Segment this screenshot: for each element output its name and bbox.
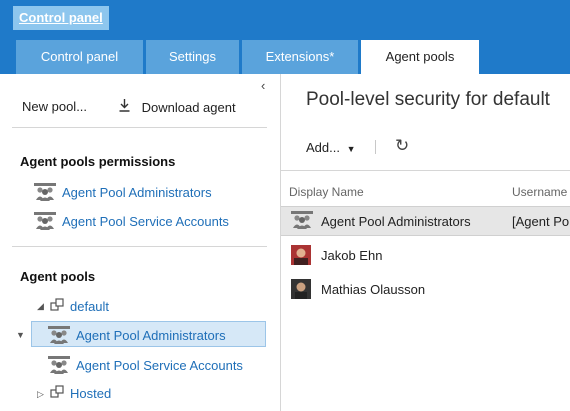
pool-hosted-label: Hosted [70, 385, 112, 401]
row-display-name: Mathias Olausson [321, 281, 426, 297]
page-title: Pool-level security for default [306, 89, 550, 110]
divider [281, 170, 570, 171]
tab-strip: Control panel Settings Extensions* Agent… [16, 40, 482, 74]
pool-default-label: default [70, 298, 110, 314]
pool-default[interactable]: default [50, 295, 109, 317]
permissions-heading: Agent pools permissions [20, 154, 176, 169]
row-display-name: Jakob Ehn [321, 247, 383, 263]
table-row[interactable]: Jakob Ehn [281, 240, 570, 270]
pool-child-administrators[interactable]: Agent Pool Administrators [48, 324, 226, 346]
group-icon [291, 211, 313, 231]
perm-item-label: Agent Pool Service Accounts [62, 213, 229, 229]
pool-child-label: Agent Pool Administrators [76, 327, 226, 343]
pool-hosted[interactable]: Hosted [50, 382, 111, 404]
user-photo-icon [291, 279, 311, 299]
perm-item-administrators[interactable]: Agent Pool Administrators [34, 181, 212, 203]
pool-child-label: Agent Pool Service Accounts [76, 357, 243, 373]
pool-icon [50, 297, 64, 315]
add-button[interactable]: Add... ▼ [306, 140, 356, 155]
row-display-name: Agent Pool Administrators [321, 213, 471, 229]
chevron-down-icon: ▼ [346, 144, 356, 154]
collapse-chevron-icon[interactable]: ‹ [261, 78, 265, 93]
tab-extensions[interactable]: Extensions* [242, 40, 358, 74]
selected-arrow-icon: ▼ [16, 330, 25, 340]
column-header-username[interactable]: Username [512, 185, 567, 199]
download-agent-label: Download agent [141, 100, 236, 115]
download-agent-button[interactable]: Download agent [119, 99, 236, 115]
table-row[interactable]: Mathias Olausson [281, 274, 570, 304]
group-icon [34, 212, 56, 230]
expand-triangle-icon[interactable]: ◢ [37, 301, 44, 312]
add-label: Add... [306, 140, 340, 155]
perm-item-service-accounts[interactable]: Agent Pool Service Accounts [34, 210, 229, 232]
table-row[interactable]: Agent Pool Administrators [Agent Po [281, 206, 570, 236]
top-bar: Control panel Control panel Settings Ext… [0, 0, 570, 74]
tab-settings[interactable]: Settings [146, 40, 239, 74]
control-panel-title[interactable]: Control panel [13, 6, 109, 30]
user-photo-icon [291, 245, 311, 265]
toolbar-separator [375, 140, 376, 154]
agent-pools-heading: Agent pools [20, 269, 96, 284]
pool-child-service-accounts[interactable]: Agent Pool Service Accounts [48, 354, 243, 376]
new-pool-button[interactable]: New pool... [22, 99, 87, 114]
divider [12, 127, 267, 128]
collapse-triangle-icon[interactable]: ▷ [37, 389, 44, 400]
tab-agent-pools[interactable]: Agent pools [361, 40, 479, 74]
column-header-display-name[interactable]: Display Name [289, 185, 364, 199]
perm-item-label: Agent Pool Administrators [62, 184, 212, 200]
group-icon [48, 356, 70, 374]
row-username: [Agent Po [512, 213, 570, 229]
divider [12, 246, 267, 247]
group-icon [48, 326, 70, 344]
tab-control-panel[interactable]: Control panel [16, 40, 143, 74]
refresh-icon[interactable]: ↻ [395, 136, 409, 156]
download-icon [119, 99, 134, 115]
pool-icon [50, 384, 64, 402]
group-icon [34, 183, 56, 201]
